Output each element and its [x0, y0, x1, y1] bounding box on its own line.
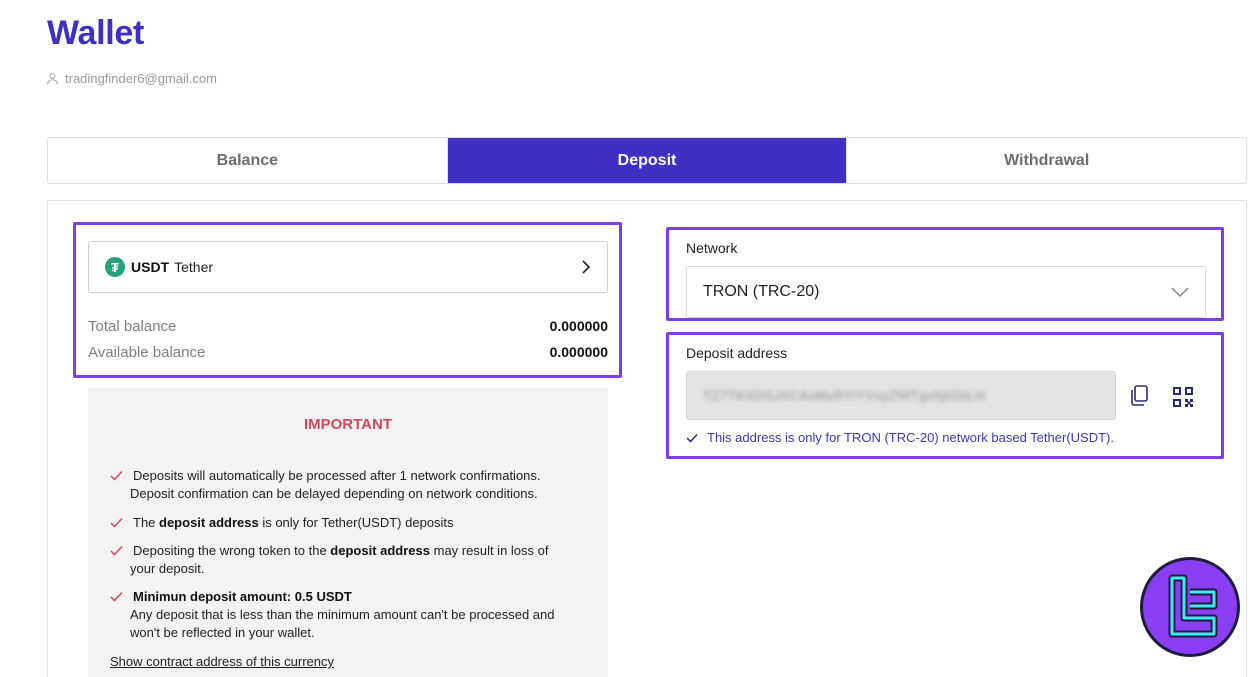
important-notice: IMPORTANT Deposits will automatically be…: [88, 388, 608, 677]
user-email: tradingfinder6@gmail.com: [65, 71, 217, 86]
check-icon: [110, 545, 123, 556]
tab-withdrawal[interactable]: Withdrawal: [846, 138, 1246, 183]
available-balance-row: Available balance 0.000000: [88, 344, 608, 361]
tether-icon: ₮: [105, 257, 125, 277]
check-icon: [686, 433, 698, 443]
currency-code: USDT: [131, 259, 170, 275]
tab-balance[interactable]: Balance: [48, 138, 447, 183]
check-icon: [110, 591, 123, 602]
notice-wrong-token: Depositing the wrong token to the deposi…: [110, 542, 580, 578]
chevron-down-icon: [1171, 287, 1189, 297]
brand-logo: [1140, 557, 1240, 657]
deposit-address-label: Deposit address: [686, 345, 788, 361]
available-balance-value: 0.000000: [549, 344, 608, 360]
user-account: tradingfinder6@gmail.com: [46, 71, 217, 86]
important-title: IMPORTANT: [303, 416, 393, 433]
check-icon: [110, 517, 123, 528]
total-balance-value: 0.000000: [549, 318, 608, 334]
network-select[interactable]: TRON (TRC-20): [686, 266, 1206, 318]
user-icon: [47, 73, 58, 85]
notice-usdt-only: The deposit address is only for Tether(U…: [110, 514, 580, 532]
available-balance-label: Available balance: [88, 344, 206, 361]
logo-icon: [1168, 574, 1218, 638]
total-balance-label: Total balance: [88, 318, 177, 335]
address-network-note: This address is only for TRON (TRC-20) n…: [686, 430, 1114, 445]
show-contract-address-link[interactable]: Show contract address of this currency: [110, 654, 334, 669]
check-icon: [110, 470, 123, 481]
chevron-right-icon: [582, 260, 591, 274]
wallet-tabs: Balance Deposit Withdrawal: [47, 137, 1247, 184]
qr-code-icon[interactable]: [1172, 386, 1194, 408]
deposit-address-value: TZ7TKSDSJXCAvMuRYiYVxyZNfTgxhjtGbLH: [703, 388, 986, 403]
currency-selector[interactable]: ₮ USDT Tether: [88, 241, 608, 293]
copy-icon[interactable]: [1128, 384, 1150, 408]
total-balance-row: Total balance 0.000000: [88, 318, 608, 335]
network-selected-value: TRON (TRC-20): [703, 283, 820, 300]
currency-name: Tether: [174, 259, 214, 275]
network-label: Network: [686, 240, 738, 256]
notice-minimum-deposit: Minimun deposit amount: 0.5 USDT Any dep…: [110, 588, 580, 642]
deposit-address-field[interactable]: TZ7TKSDSJXCAvMuRYiYVxyZNfTgxhjtGbLH: [686, 371, 1116, 420]
notice-confirmations: Deposits will automatically be processed…: [110, 467, 580, 503]
page-title: Wallet: [47, 14, 145, 52]
tab-deposit[interactable]: Deposit: [446, 138, 847, 183]
